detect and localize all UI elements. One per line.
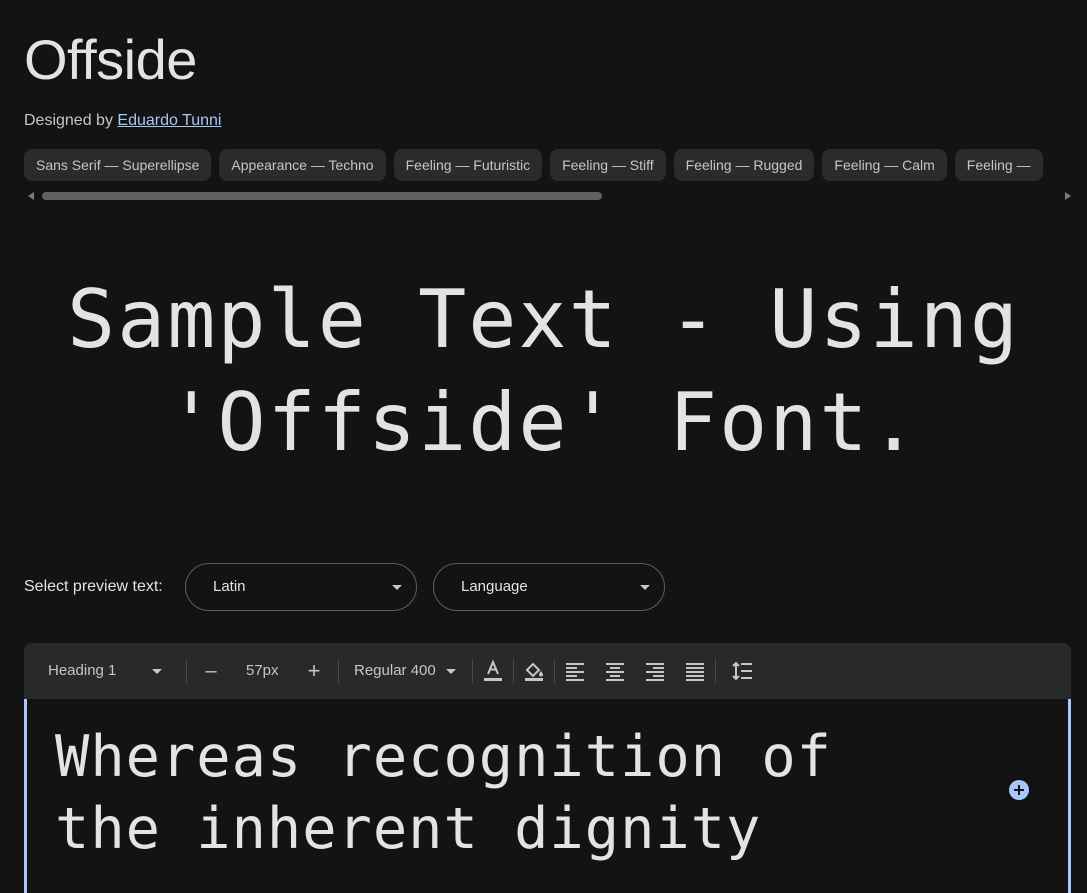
sample-text: Sample Text - Using 'Offside' Font. [60,268,1027,474]
dropdown-arrow-icon [640,585,650,590]
add-icon[interactable] [1009,780,1029,800]
editor-text[interactable]: Whereas recognition of the inherent dign… [55,721,955,865]
editor-toolbar: Heading 1 – 57px + Regular 400 [24,643,1071,699]
font-weight-select[interactable]: Regular 400 [354,643,462,699]
tag-chip[interactable]: Sans Serif — Superellipse [24,149,212,181]
tag-chip[interactable]: Feeling — Calm [822,149,947,181]
language-select-value: Language [461,578,528,595]
text-style-value: Heading 1 [48,662,117,679]
align-left-icon[interactable] [563,659,587,683]
align-center-icon[interactable] [603,659,627,683]
dropdown-arrow-icon [392,585,402,590]
line-height-icon[interactable] [731,659,755,683]
font-weight-value: Regular 400 [354,662,436,679]
increase-size-button[interactable]: + [305,643,323,699]
toolbar-divider [472,659,473,683]
toolbar-divider [715,659,716,683]
scroll-right-arrow-icon[interactable] [1065,192,1071,200]
font-title: Offside [24,28,197,91]
designed-by-label: Designed by [24,112,113,129]
sample-text-line-2: 'Offside' Font. [167,376,920,469]
toolbar-divider [338,659,339,683]
tag-chip[interactable]: Feeling — Futuristic [393,149,543,181]
font-size-input[interactable]: 57px [246,643,279,699]
tag-chip[interactable]: Feeling — Stiff [550,149,666,181]
script-select-value: Latin [213,578,246,595]
designer-link[interactable]: Eduardo Tunni [117,112,221,129]
preview-text-label: Select preview text: [24,578,163,595]
tag-chip[interactable]: Appearance — Techno [219,149,386,181]
script-select[interactable]: Latin [185,563,417,611]
chips-scrollbar[interactable] [24,190,1075,202]
scrollbar-thumb[interactable] [42,192,602,200]
highlight-color-icon[interactable] [522,659,546,683]
align-right-icon[interactable] [643,659,667,683]
tag-chip[interactable]: Feeling — [954,149,1043,181]
text-style-select[interactable]: Heading 1 [48,643,176,699]
language-select[interactable]: Language [433,563,665,611]
dropdown-arrow-icon [152,669,162,674]
text-editor[interactable]: Whereas recognition of the inherent dign… [24,699,1071,893]
sample-text-line-1: Sample Text - Using [66,273,1021,366]
designer-line: Designed by Eduardo Tunni [24,110,221,132]
toolbar-divider [186,659,187,683]
scroll-left-arrow-icon[interactable] [28,192,34,200]
dropdown-arrow-icon [446,669,456,674]
tag-chip[interactable]: Feeling — Rugged [673,149,815,181]
decrease-size-button[interactable]: – [202,643,220,699]
tag-chip-list: Sans Serif — Superellipse Appearance — Te… [24,149,1087,181]
text-color-icon[interactable] [481,659,505,683]
toolbar-divider [554,659,555,683]
toolbar-divider [513,659,514,683]
align-justify-icon[interactable] [683,659,707,683]
